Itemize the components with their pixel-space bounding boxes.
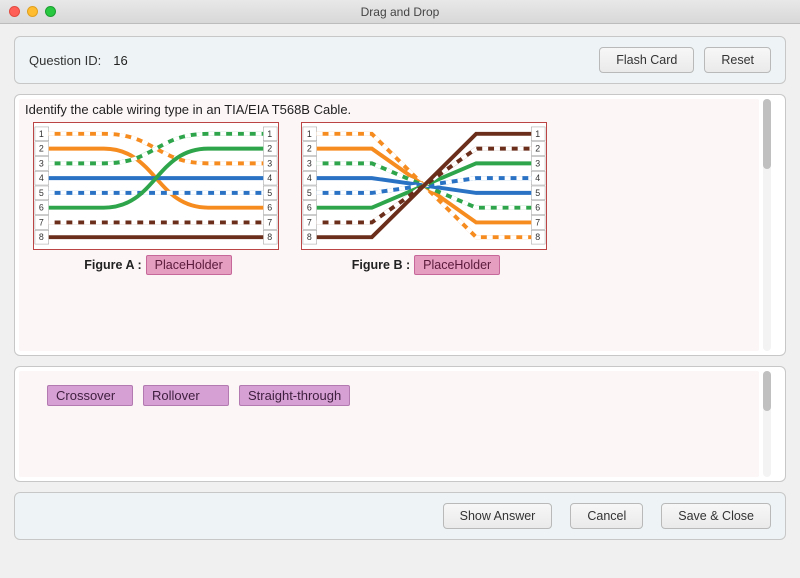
question-panel: Identify the cable wiring type in an TIA… xyxy=(14,94,786,356)
zoom-icon[interactable] xyxy=(45,6,56,17)
figure-a-label: Figure A : xyxy=(84,258,141,272)
svg-text:7: 7 xyxy=(267,217,272,227)
figure-b: 1 2 3 4 5 6 7 8 xyxy=(301,122,551,275)
svg-text:4: 4 xyxy=(307,173,312,183)
show-answer-button[interactable]: Show Answer xyxy=(443,503,553,529)
svg-text:7: 7 xyxy=(535,217,540,227)
svg-text:7: 7 xyxy=(39,217,44,227)
header-actions: Flash Card Reset xyxy=(599,47,771,73)
window-controls xyxy=(0,6,56,17)
pins-left: 1 2 3 4 5 6 7 8 xyxy=(35,127,49,244)
reset-button[interactable]: Reset xyxy=(704,47,771,73)
svg-text:1: 1 xyxy=(535,129,540,139)
figure-b-label: Figure B : xyxy=(352,258,410,272)
svg-text:8: 8 xyxy=(535,232,540,242)
svg-text:6: 6 xyxy=(535,203,540,213)
svg-text:2: 2 xyxy=(307,144,312,154)
question-scrollbar[interactable] xyxy=(763,99,771,351)
question-id-label: Question ID: xyxy=(29,53,101,68)
close-icon[interactable] xyxy=(9,6,20,17)
svg-text:4: 4 xyxy=(535,173,540,183)
svg-text:5: 5 xyxy=(535,188,540,198)
svg-text:1: 1 xyxy=(307,129,312,139)
svg-text:6: 6 xyxy=(307,203,312,213)
svg-text:5: 5 xyxy=(307,188,312,198)
question-content: Identify the cable wiring type in an TIA… xyxy=(19,99,759,351)
svg-text:3: 3 xyxy=(39,158,44,168)
figure-a-drop-target[interactable]: PlaceHolder xyxy=(146,255,232,275)
choice-rollover[interactable]: Rollover xyxy=(143,385,229,406)
choice-straight-through[interactable]: Straight-through xyxy=(239,385,350,406)
window-body: Question ID: 16 Flash Card Reset Identif… xyxy=(0,24,800,578)
svg-text:4: 4 xyxy=(39,173,44,183)
pins-right: 1 2 3 4 5 6 7 8 xyxy=(263,127,277,244)
minimize-icon[interactable] xyxy=(27,6,38,17)
question-scrollbar-thumb[interactable] xyxy=(763,99,771,169)
save-close-button[interactable]: Save & Close xyxy=(661,503,771,529)
figure-b-drop-target[interactable]: PlaceHolder xyxy=(414,255,500,275)
figure-a-diagram: 1 2 3 4 5 6 7 8 xyxy=(33,122,279,250)
question-id-value: 16 xyxy=(113,53,127,68)
header-panel: Question ID: 16 Flash Card Reset xyxy=(14,36,786,84)
figures-row: 1 2 3 4 5 6 7 8 xyxy=(19,117,759,275)
svg-text:6: 6 xyxy=(267,203,272,213)
title-bar: Drag and Drop xyxy=(0,0,800,24)
svg-text:5: 5 xyxy=(39,188,44,198)
figure-b-label-row: Figure B : PlaceHolder xyxy=(301,250,551,275)
svg-text:8: 8 xyxy=(39,232,44,242)
svg-text:8: 8 xyxy=(267,232,272,242)
window-title: Drag and Drop xyxy=(361,5,440,19)
figure-a-label-row: Figure A : PlaceHolder xyxy=(33,250,283,275)
svg-text:4: 4 xyxy=(267,173,272,183)
svg-text:3: 3 xyxy=(535,158,540,168)
svg-text:7: 7 xyxy=(307,217,312,227)
figure-b-diagram: 1 2 3 4 5 6 7 8 xyxy=(301,122,547,250)
cancel-button[interactable]: Cancel xyxy=(570,503,643,529)
answers-panel: Crossover Rollover Straight-through xyxy=(14,366,786,482)
svg-text:1: 1 xyxy=(39,129,44,139)
svg-text:1: 1 xyxy=(267,129,272,139)
svg-text:6: 6 xyxy=(39,203,44,213)
answers-scrollbar[interactable] xyxy=(763,371,771,477)
question-prompt: Identify the cable wiring type in an TIA… xyxy=(19,99,759,117)
svg-text:3: 3 xyxy=(307,158,312,168)
figure-a: 1 2 3 4 5 6 7 8 xyxy=(33,122,283,275)
footer-panel: Show Answer Cancel Save & Close xyxy=(14,492,786,540)
svg-text:2: 2 xyxy=(39,144,44,154)
svg-text:2: 2 xyxy=(267,144,272,154)
answers-scrollbar-thumb[interactable] xyxy=(763,371,771,411)
answers-area: Crossover Rollover Straight-through xyxy=(19,371,759,477)
svg-text:8: 8 xyxy=(307,232,312,242)
svg-text:2: 2 xyxy=(535,144,540,154)
svg-text:3: 3 xyxy=(267,158,272,168)
svg-text:5: 5 xyxy=(267,188,272,198)
choice-crossover[interactable]: Crossover xyxy=(47,385,133,406)
flash-card-button[interactable]: Flash Card xyxy=(599,47,694,73)
